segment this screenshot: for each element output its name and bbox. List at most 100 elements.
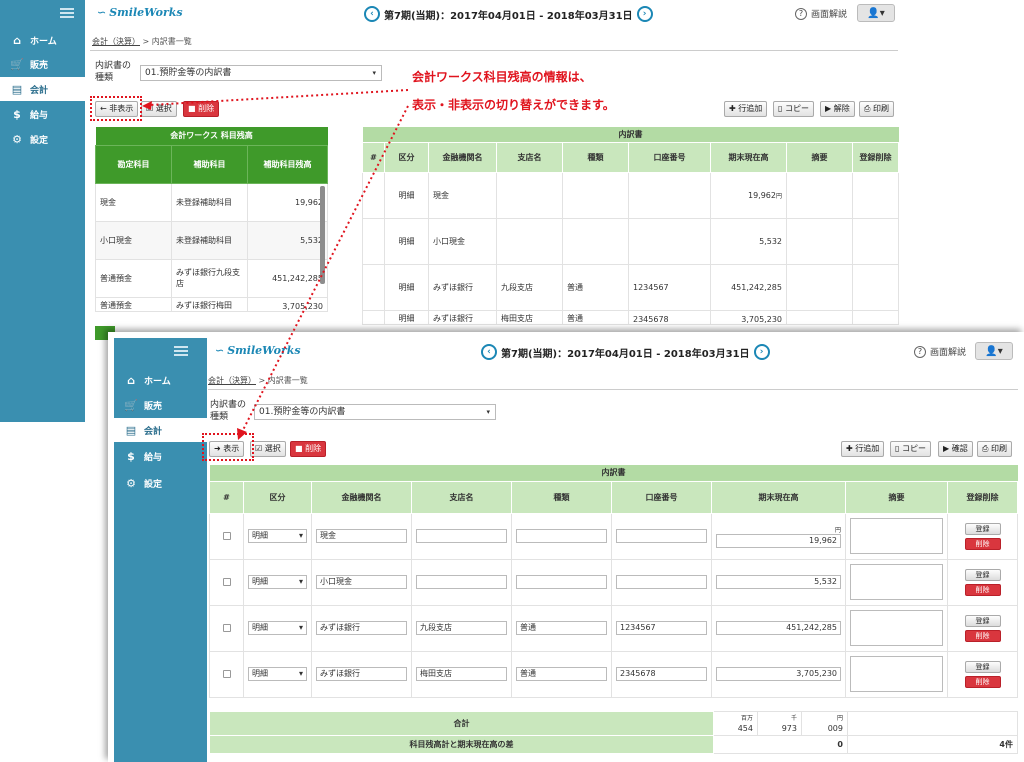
user-icon: 👤▾ (985, 345, 1003, 357)
sidebar-item-payroll[interactable]: $ 給与 (114, 444, 207, 468)
amount-input[interactable]: 5,532 (716, 575, 841, 589)
table-row: 明細 みずほ銀行 九段支店 普通 1234567 451,242,285 (362, 263, 900, 311)
register-button[interactable]: 登録 (964, 522, 1001, 535)
register-button[interactable]: 登録 (964, 614, 1001, 627)
type-input[interactable]: 普通 (516, 621, 607, 635)
breadcrumb-link[interactable]: 会計（決算） (92, 37, 140, 46)
table-row: 現金 未登録補助科目 19,962 (95, 182, 328, 222)
sidebar-item-accounting[interactable]: ▤ 会計 (114, 418, 207, 442)
row-delete-button[interactable]: 削除 (964, 675, 1001, 688)
next-period-icon[interactable]: › (636, 6, 653, 22)
table-row: 明細 現金 19,962円 (362, 171, 900, 219)
type-input[interactable] (516, 575, 607, 589)
account-no-input[interactable]: 2345678 (616, 667, 707, 681)
kubun-select[interactable]: 明細 ▾ (248, 621, 307, 635)
help-link[interactable]: ? 画面解説 (914, 345, 966, 358)
copy-button[interactable]: ▯ コピー (890, 441, 931, 457)
row-delete-button[interactable]: 削除 (964, 629, 1001, 642)
memo-textarea[interactable] (850, 564, 943, 600)
type-input[interactable]: 普通 (516, 667, 607, 681)
memo-textarea[interactable] (850, 656, 943, 692)
balance-scrollbar[interactable] (320, 186, 325, 284)
print-button[interactable]: ⎙ 印刷 (977, 441, 1012, 457)
user-icon: 👤▾ (867, 7, 885, 19)
prev-period-icon[interactable]: ‹ (481, 344, 497, 360)
memo-textarea[interactable] (850, 610, 943, 646)
copy-button[interactable]: ▯ コピー (773, 101, 814, 117)
add-row-button[interactable]: ✚ 行追加 (724, 101, 768, 117)
cart-icon: 🛒 (10, 57, 24, 71)
menu-icon[interactable] (60, 8, 74, 18)
delete-button[interactable]: ■ 削除 (183, 101, 220, 117)
memo-textarea[interactable] (850, 518, 943, 554)
diff-label: 科目残高計と期末現在高の差 (209, 735, 714, 754)
select-button[interactable]: ☑ 選択 (141, 101, 177, 117)
branch-input[interactable]: 梅田支店 (416, 667, 507, 681)
bank-input[interactable]: 小口現金 (316, 575, 407, 589)
total-yen: 009 (827, 723, 843, 733)
breadcrumb: 会計（決算） > 内訳書一覧 (92, 37, 192, 46)
release-button[interactable]: ▶ 解除 (820, 101, 855, 117)
table-row: 明細 みずほ銀行 梅田支店 普通 2345678 3,705,230 (362, 309, 900, 325)
delete-button[interactable]: ■ 削除 (290, 441, 327, 457)
sidebar-item-home[interactable]: ⌂ ホーム (114, 368, 207, 392)
user-menu-button[interactable]: 👤▾ (975, 342, 1013, 360)
row-checkbox[interactable] (222, 670, 231, 678)
kubun-select[interactable]: 明細 ▾ (248, 667, 307, 681)
help-icon: ? (914, 345, 926, 358)
sidebar-item-sales[interactable]: 🛒 販売 (0, 52, 85, 76)
logo[interactable]: ∽ SmileWorks (97, 6, 183, 19)
row-checkbox[interactable] (222, 624, 231, 632)
breadcrumb-link[interactable]: 会計（決算） (208, 376, 256, 385)
prev-period-icon[interactable]: ‹ (364, 6, 380, 22)
col-sub-account: 補助科目 (171, 144, 248, 184)
help-link[interactable]: ? 画面解説 (795, 7, 847, 20)
amount-input[interactable]: 3,705,230 (716, 667, 841, 681)
user-menu-button[interactable]: 👤▾ (857, 4, 895, 22)
table-row: 明細 ▾ みずほ銀行 梅田支店 普通 2345678 3,705,230 登録削除 (209, 650, 1019, 698)
row-delete-button[interactable]: 削除 (964, 537, 1001, 550)
account-no-input[interactable]: 1234567 (616, 621, 707, 635)
sidebar-item-settings[interactable]: ⚙ 設定 (114, 471, 207, 495)
logo[interactable]: ∽ SmileWorks (215, 344, 301, 357)
amount-input[interactable]: 19,962 (716, 533, 841, 548)
print-button[interactable]: ⎙ 印刷 (859, 101, 894, 117)
money-bag-icon: $ (127, 449, 135, 463)
bank-input[interactable]: みずほ銀行 (316, 621, 407, 635)
highlight-show-button (202, 433, 254, 461)
sidebar-item-sales[interactable]: 🛒 販売 (114, 393, 207, 417)
sidebar-item-accounting[interactable]: ▤ 会計 (0, 77, 85, 101)
add-row-button[interactable]: ✚ 行追加 (841, 441, 885, 457)
kind-select[interactable]: 01.預貯金等の内訳書 ▾ (254, 404, 496, 420)
select-button[interactable]: ☑ 選択 (250, 441, 286, 457)
summary-table: 合計 百万 454 千 973 円 009 科目残高計と期末現在高の差 0 4件 (209, 711, 1018, 754)
confirm-button[interactable]: ▶ 確認 (938, 441, 973, 457)
branch-input[interactable]: 九段支店 (416, 621, 507, 635)
kubun-select[interactable]: 明細 ▾ (248, 529, 307, 543)
kind-select[interactable]: 01.預貯金等の内訳書 ▾ (140, 65, 382, 81)
register-button[interactable]: 登録 (964, 568, 1001, 581)
row-checkbox[interactable] (222, 532, 231, 540)
bank-input[interactable]: みずほ銀行 (316, 667, 407, 681)
next-period-icon[interactable]: › (753, 344, 770, 360)
menu-icon[interactable] (174, 346, 188, 356)
account-no-input[interactable] (616, 529, 707, 543)
bank-input[interactable]: 現金 (316, 529, 407, 543)
register-button[interactable]: 登録 (964, 660, 1001, 673)
row-checkbox[interactable] (222, 578, 231, 586)
account-no-input[interactable] (616, 575, 707, 589)
header-front: ∽ SmileWorks ‹ 第7期(当期)：2017年04月01日 - 2018… (207, 338, 1024, 366)
calculator-icon: ▤ (11, 82, 23, 96)
branch-input[interactable] (416, 529, 507, 543)
type-input[interactable] (516, 529, 607, 543)
sidebar-front: ⌂ ホーム 🛒 販売 ▤ 会計 $ 給与 ⚙ 設定 (114, 338, 207, 762)
breadcrumb: 会計（決算） > 内訳書一覧 (208, 376, 308, 385)
amount-input[interactable]: 451,242,285 (716, 621, 841, 635)
row-delete-button[interactable]: 削除 (964, 583, 1001, 596)
kubun-select[interactable]: 明細 ▾ (248, 575, 307, 589)
sidebar-item-settings[interactable]: ⚙ 設定 (0, 127, 85, 151)
sidebar-item-payroll[interactable]: $ 給与 (0, 102, 85, 126)
sidebar-item-home[interactable]: ⌂ ホーム (0, 28, 85, 52)
header: ∽ SmileWorks ‹ 第7期(当期)：2017年04月01日 - 2018… (85, 0, 1024, 28)
branch-input[interactable] (416, 575, 507, 589)
